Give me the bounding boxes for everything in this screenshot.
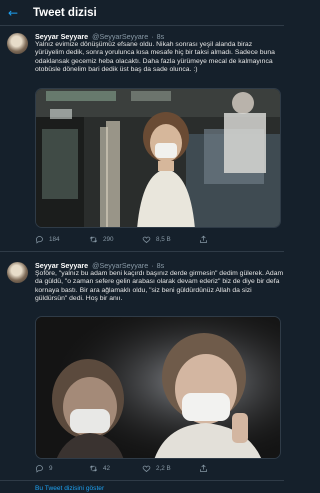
tweet[interactable]: Seyyar Seyyare @SeyyarSeyyare · 8s Şoför… (0, 251, 284, 481)
tweet-photo[interactable] (35, 88, 281, 228)
show-thread-link[interactable]: Bu Tweet dizisini göster (35, 485, 104, 492)
header: ← Tweet dizisi (0, 0, 284, 25)
user-handle[interactable]: @SeyyarSeyyare (92, 261, 148, 270)
tweet-text: Şoföre, "yalnız bu adam beni kaçırdı baş… (35, 270, 284, 302)
reply-count: 9 (49, 465, 53, 472)
heart-icon (142, 465, 151, 472)
avatar[interactable] (7, 33, 28, 54)
tweet-author-line: Seyyar Seyyare @SeyyarSeyyare · 8s (35, 32, 164, 41)
display-name[interactable]: Seyyar Seyyare (35, 32, 88, 41)
reply-count: 184 (49, 236, 60, 243)
tweet[interactable]: Seyyar Seyyare @SeyyarSeyyare · 8s Yalnı… (0, 25, 284, 251)
share-icon (200, 464, 207, 472)
retweet-button[interactable]: 290 (89, 235, 114, 244)
retweet-count: 290 (103, 236, 114, 243)
tweet-actions: 184 290 8,5 B (35, 235, 275, 247)
reply-icon (36, 236, 43, 244)
reply-icon (36, 465, 43, 473)
tweet-time[interactable]: 8s (157, 261, 165, 270)
display-name[interactable]: Seyyar Seyyare (35, 261, 88, 270)
like-count: 8,5 B (156, 236, 171, 243)
retweet-count: 42 (103, 465, 111, 472)
retweet-icon (89, 465, 98, 472)
arrow-left-icon[interactable]: ← (8, 6, 30, 20)
tweet-text: Yalnız evimize dönüşümüz efsane oldu. Ni… (35, 41, 275, 73)
tweet-time[interactable]: 8s (157, 32, 165, 41)
heart-icon (142, 236, 151, 243)
tweet-actions: 9 42 2,2 B (35, 464, 275, 476)
separator-dot: · (151, 261, 154, 270)
tweet-photo[interactable] (35, 316, 281, 459)
page-title: Tweet dizisi (33, 6, 97, 19)
reply-button[interactable]: 9 (35, 464, 53, 473)
user-handle[interactable]: @SeyyarSeyyare (92, 32, 148, 41)
retweet-icon (89, 236, 98, 243)
share-icon (200, 235, 207, 243)
like-button[interactable]: 8,5 B (142, 235, 171, 244)
reply-button[interactable]: 184 (35, 235, 60, 244)
separator-dot: · (151, 32, 154, 41)
retweet-button[interactable]: 42 (89, 464, 110, 473)
tweet-author-line: Seyyar Seyyare @SeyyarSeyyare · 8s (35, 261, 164, 270)
share-button[interactable] (199, 464, 208, 473)
avatar[interactable] (7, 262, 28, 283)
like-button[interactable]: 2,2 B (142, 464, 171, 473)
share-button[interactable] (199, 235, 208, 244)
like-count: 2,2 B (156, 465, 171, 472)
